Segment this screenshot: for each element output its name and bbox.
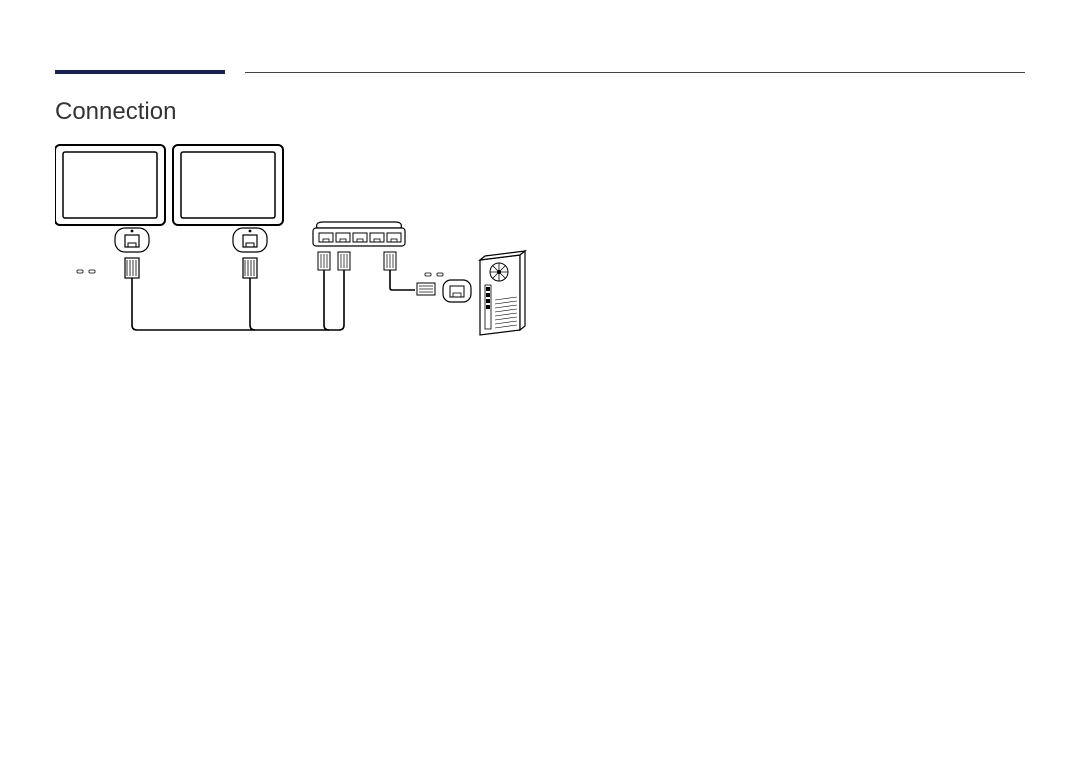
document-page: Connection [0, 0, 1080, 763]
dashes-right-icon [425, 273, 443, 276]
plug-hub-2-icon [338, 252, 350, 270]
pc-tower-icon [480, 251, 525, 335]
cable-hub-pc-icon [390, 270, 415, 290]
network-hub-icon [313, 222, 405, 246]
connection-diagram [55, 140, 575, 350]
plug-monitor-2-icon [243, 258, 257, 278]
accent-bar [55, 70, 225, 74]
monitor-2-icon [173, 145, 283, 225]
cable-hub-port1-icon [324, 270, 329, 330]
monitor-2-port-icon [233, 228, 267, 252]
cable-monitor2-hub-icon [250, 278, 255, 330]
diagram-svg [55, 140, 575, 350]
monitor-1-port-icon [115, 228, 149, 252]
plug-hub-1-icon [318, 252, 330, 270]
plug-monitor-1-icon [125, 258, 139, 278]
dashes-left-icon [77, 270, 95, 273]
monitor-1-icon [55, 145, 165, 225]
plug-hub-3-icon [384, 252, 396, 270]
horizontal-rule [245, 72, 1025, 73]
plug-pc-icon [417, 283, 435, 295]
cable-monitor1-hub-icon [132, 270, 344, 330]
section-title: Connection [55, 98, 176, 126]
pc-port-icon [443, 280, 471, 302]
